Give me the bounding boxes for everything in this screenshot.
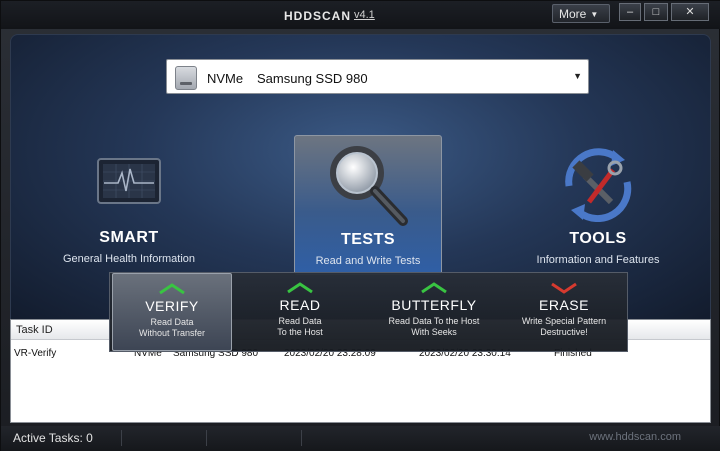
status-divider <box>121 430 122 446</box>
chevron-up-green-icon <box>159 283 185 295</box>
smart-button[interactable]: SMART General Health Information <box>59 151 199 265</box>
erase-line-2: Destructive! <box>540 327 588 337</box>
smart-title: SMART <box>99 229 159 246</box>
tests-submenu: VERIFY Read Data Without Transfer READ R… <box>109 272 628 352</box>
smart-subtitle: General Health Information <box>62 253 196 265</box>
tests-subtitle: Read and Write Tests <box>315 255 421 267</box>
close-icon: ✕ <box>685 6 695 18</box>
hddscan-window: HDDSCAN v4.1 More ▼ – □ ✕ NVMe Samsung SS… <box>0 0 720 451</box>
more-label: More <box>559 7 587 21</box>
active-tasks-count: Active Tasks: 0 <box>13 431 93 445</box>
magnifier-icon <box>330 146 408 226</box>
tests-button[interactable]: TESTS Read and Write Tests <box>294 141 442 267</box>
tools-title: TOOLS <box>569 230 627 247</box>
read-test-button[interactable]: READ Read Data To the Host <box>240 273 360 351</box>
erase-test-button[interactable]: ERASE Write Special Pattern Destructive! <box>504 273 624 351</box>
app-title: HDDSCAN <box>284 9 351 23</box>
status-bar: Active Tasks: 0 www.hddscan.com <box>1 426 720 451</box>
read-title: READ <box>279 297 321 313</box>
drive-select[interactable]: NVMe Samsung SSD 980 ▼ <box>166 59 589 94</box>
status-divider <box>301 430 302 446</box>
verify-test-button[interactable]: VERIFY Read Data Without Transfer <box>112 273 232 351</box>
more-button[interactable]: More ▼ <box>552 4 610 23</box>
erase-title: ERASE <box>539 297 589 313</box>
chevron-down-icon: ▼ <box>590 10 599 19</box>
hammer-wrench-icon <box>565 148 632 222</box>
maximize-icon: □ <box>652 6 660 18</box>
column-header-task-id[interactable]: Task ID <box>16 324 53 336</box>
title-bar: HDDSCAN v4.1 More ▼ – □ ✕ <box>1 1 720 29</box>
tests-title: TESTS <box>340 231 396 248</box>
tools-subtitle: Information and Features <box>536 254 660 266</box>
close-button[interactable]: ✕ <box>671 3 709 21</box>
status-divider <box>206 430 207 446</box>
erase-line-1: Write Special Pattern <box>521 316 607 326</box>
verify-line-1: Read Data <box>150 317 194 327</box>
maximize-button[interactable]: □ <box>644 3 668 21</box>
minimize-icon: – <box>626 6 634 18</box>
minimize-button[interactable]: – <box>619 3 641 21</box>
butterfly-line-1: Read Data To the Host <box>388 316 480 326</box>
drive-type: NVMe <box>207 71 244 86</box>
tools-button[interactable]: TOOLS Information and Features <box>528 146 668 266</box>
read-line-1: Read Data <box>278 316 322 326</box>
verify-line-2: Without Transfer <box>138 328 206 338</box>
chevron-up-green-icon <box>287 282 313 294</box>
verify-title: VERIFY <box>145 298 199 314</box>
drive-name: Samsung SSD 980 <box>257 71 368 86</box>
butterfly-line-2: With Seeks <box>411 327 457 337</box>
chevron-down-icon: ▼ <box>573 71 582 81</box>
butterfly-test-button[interactable]: BUTTERFLY Read Data To the Host With See… <box>366 273 502 351</box>
read-line-2: To the Host <box>277 327 323 337</box>
butterfly-title: BUTTERFLY <box>391 297 477 313</box>
version-link[interactable]: v4.1 <box>354 9 375 21</box>
heartbeat-monitor-icon <box>97 158 161 204</box>
chevron-up-green-icon <box>421 282 447 294</box>
ssd-drive-icon <box>175 66 197 90</box>
chevron-down-red-icon <box>551 282 577 294</box>
website-link[interactable]: www.hddscan.com <box>589 431 681 443</box>
task-id-cell: VR-Verify <box>14 348 57 359</box>
